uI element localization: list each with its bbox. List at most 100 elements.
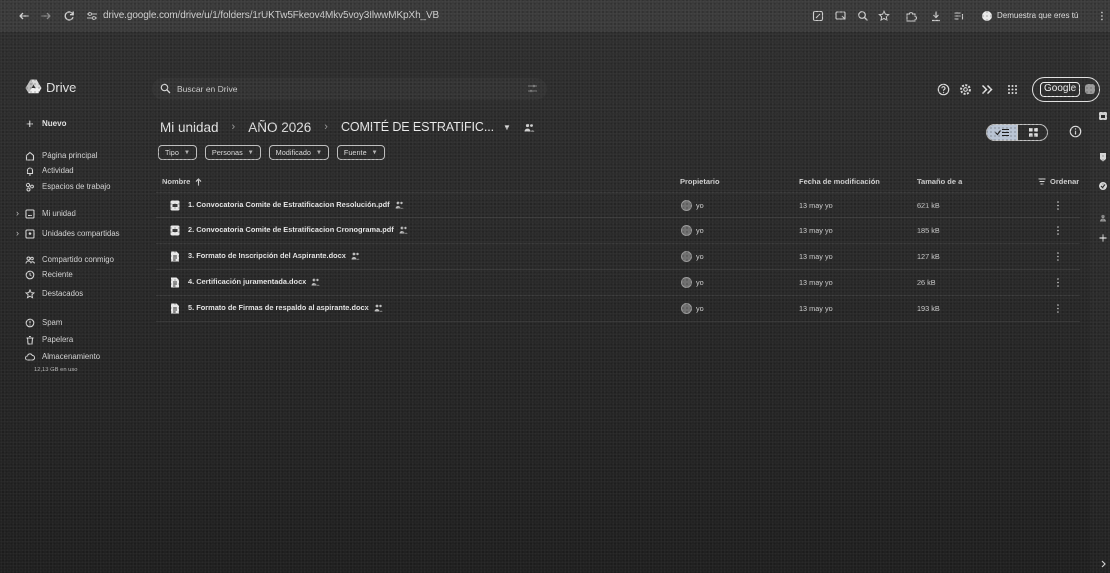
expand-arrow-icon[interactable]: ›	[16, 208, 19, 218]
trash-icon	[25, 335, 35, 345]
sidebar-item-storage[interactable]: Almacenamiento	[22, 351, 142, 364]
file-size: 621 kB	[917, 201, 940, 210]
sidebar-item-starred[interactable]: Destacados	[22, 288, 142, 301]
search-options-icon[interactable]	[527, 83, 538, 94]
filter-people[interactable]: Personas ▼	[204, 145, 261, 160]
sidebar-item-shared-with-me[interactable]: Compartido conmigo	[22, 254, 142, 267]
table-row[interactable]: 5. Formato de Firmas de respaldo al aspi…	[156, 296, 1080, 321]
sidebar-item-label: Reciente	[42, 270, 73, 279]
bookmark-star-icon[interactable]	[878, 10, 890, 22]
screenshot-icon[interactable]	[812, 10, 824, 22]
search-bar[interactable]: Buscar en Drive	[152, 78, 547, 100]
site-info-icon[interactable]	[86, 10, 98, 22]
doc-file-icon	[170, 251, 180, 262]
expand-arrow-icon[interactable]: ›	[16, 228, 19, 238]
sidebar-item-workspaces[interactable]: Espacios de trabajo	[22, 181, 142, 194]
more-vert-icon[interactable]	[1055, 224, 1061, 237]
file-name-cell: 2. Convocatoria Comite de Estratificacio…	[188, 225, 408, 234]
sidebar-item-my-drive[interactable]: › Mi unidad	[16, 208, 142, 221]
sidebar-item-shared-drives[interactable]: › Unidades compartidas	[16, 228, 142, 241]
help-icon[interactable]	[937, 83, 950, 96]
file-name[interactable]: 4. Certificación juramentada.docx	[188, 277, 306, 286]
drive-logo-icon[interactable]	[25, 79, 42, 94]
file-name-cell: 3. Formato de Inscripción del Aspirante.…	[188, 251, 360, 260]
breadcrumb-my-drive[interactable]: Mi unidad	[160, 120, 219, 135]
file-size: 127 kB	[917, 252, 940, 261]
reload-icon[interactable]	[63, 10, 75, 22]
side-panel	[1090, 40, 1110, 573]
grid-view-icon	[1029, 128, 1038, 137]
owner-avatar	[681, 251, 692, 262]
column-name-header[interactable]: Nombre	[162, 177, 202, 186]
tasks-icon[interactable]	[1098, 181, 1108, 191]
browser-menu-icon[interactable]	[1100, 10, 1104, 22]
app-name[interactable]: Drive	[46, 80, 76, 95]
file-name[interactable]: 2. Convocatoria Comite de Estratificacio…	[188, 225, 394, 234]
breadcrumb-year-folder[interactable]: AÑO 2026	[248, 120, 311, 135]
owner: yo	[696, 226, 704, 235]
sidebar-item-spam[interactable]: Spam	[22, 317, 142, 330]
new-button[interactable]: + Nuevo	[22, 116, 82, 132]
file-name[interactable]: 1. Convocatoria Comite de Estratificacio…	[188, 200, 390, 209]
download-icon[interactable]	[930, 10, 942, 22]
extensions-icon[interactable]	[905, 10, 917, 22]
column-modified-header[interactable]: Fecha de modificación	[799, 177, 880, 186]
search-icon[interactable]	[160, 83, 171, 94]
owner: yo	[696, 304, 704, 313]
sidebar-item-recent[interactable]: Reciente	[22, 269, 142, 282]
sidebar-item-home[interactable]: Página principal	[22, 150, 142, 163]
filter-modified[interactable]: Modificado ▼	[268, 145, 329, 160]
doc-file-icon	[170, 303, 180, 314]
sidebar-item-trash[interactable]: Papelera	[22, 334, 142, 347]
profile-label[interactable]: Demuestra que eres tú	[997, 11, 1078, 20]
bell-icon	[25, 166, 35, 176]
more-vert-icon[interactable]	[1055, 302, 1061, 315]
table-row[interactable]: 4. Certificación juramentada.docx yo 13 …	[156, 270, 1080, 295]
shared-icon	[395, 201, 404, 209]
table-row[interactable]: 1. Convocatoria Comite de Estratificacio…	[156, 193, 1080, 218]
info-icon[interactable]	[1069, 125, 1082, 138]
column-size-header[interactable]: Tamaño de a	[917, 177, 962, 186]
more-vert-icon[interactable]	[1055, 199, 1061, 212]
file-size: 26 kB	[917, 278, 936, 287]
profile-avatar[interactable]	[982, 11, 992, 21]
forward-arrow-icon[interactable]	[40, 10, 52, 22]
keep-icon[interactable]	[1098, 152, 1108, 162]
zoom-icon[interactable]	[857, 10, 869, 22]
list-view-button[interactable]	[987, 125, 1018, 140]
modified-date: 13 may yo	[799, 304, 833, 313]
column-owner-header[interactable]: Propietario	[680, 177, 720, 186]
more-vert-icon[interactable]	[1055, 250, 1061, 263]
table-row[interactable]: 3. Formato de Inscripción del Aspirante.…	[156, 244, 1080, 269]
chevron-down-icon: ▼	[247, 149, 254, 156]
calendar-icon[interactable]	[1098, 111, 1108, 121]
sort-up-arrow-icon[interactable]	[195, 177, 202, 186]
back-arrow-icon[interactable]	[18, 10, 30, 22]
sidebar-item-activity[interactable]: Actividad	[22, 165, 142, 178]
view-toggle	[986, 124, 1048, 141]
pdf-file-icon	[170, 225, 180, 236]
grid-view-button[interactable]	[1018, 125, 1047, 140]
filter-type[interactable]: Tipo ▼	[158, 145, 197, 160]
apps-grid-icon[interactable]	[1006, 83, 1019, 96]
reading-list-icon[interactable]	[953, 10, 965, 22]
side-panel-collapse-icon[interactable]	[1098, 559, 1108, 569]
file-size: 193 kB	[917, 304, 940, 313]
chevron-down-icon[interactable]: ▼	[503, 123, 511, 132]
install-app-icon[interactable]	[835, 10, 847, 22]
breadcrumb-current-folder[interactable]: COMITÉ DE ESTRATIFIC...	[341, 120, 494, 134]
settings-icon[interactable]	[959, 83, 972, 96]
table-row[interactable]: 2. Convocatoria Comite de Estratificacio…	[156, 218, 1080, 243]
file-name[interactable]: 5. Formato de Firmas de respaldo al aspi…	[188, 303, 369, 312]
sort-button[interactable]: Ordenar	[1038, 177, 1079, 186]
filter-source[interactable]: Fuente ▼	[336, 145, 385, 160]
address-bar[interactable]: drive.google.com/drive/u/1/folders/1rUKT…	[100, 6, 800, 26]
contacts-icon[interactable]	[1098, 213, 1108, 223]
search-input[interactable]: Buscar en Drive	[177, 84, 237, 94]
modified-date: 13 may yo	[799, 201, 833, 210]
more-vert-icon[interactable]	[1055, 276, 1061, 289]
chevron-right-icon: ›	[231, 121, 236, 133]
gemini-icon[interactable]	[981, 83, 994, 96]
file-name[interactable]: 3. Formato de Inscripción del Aspirante.…	[188, 251, 346, 260]
add-addon-icon[interactable]	[1098, 233, 1108, 243]
